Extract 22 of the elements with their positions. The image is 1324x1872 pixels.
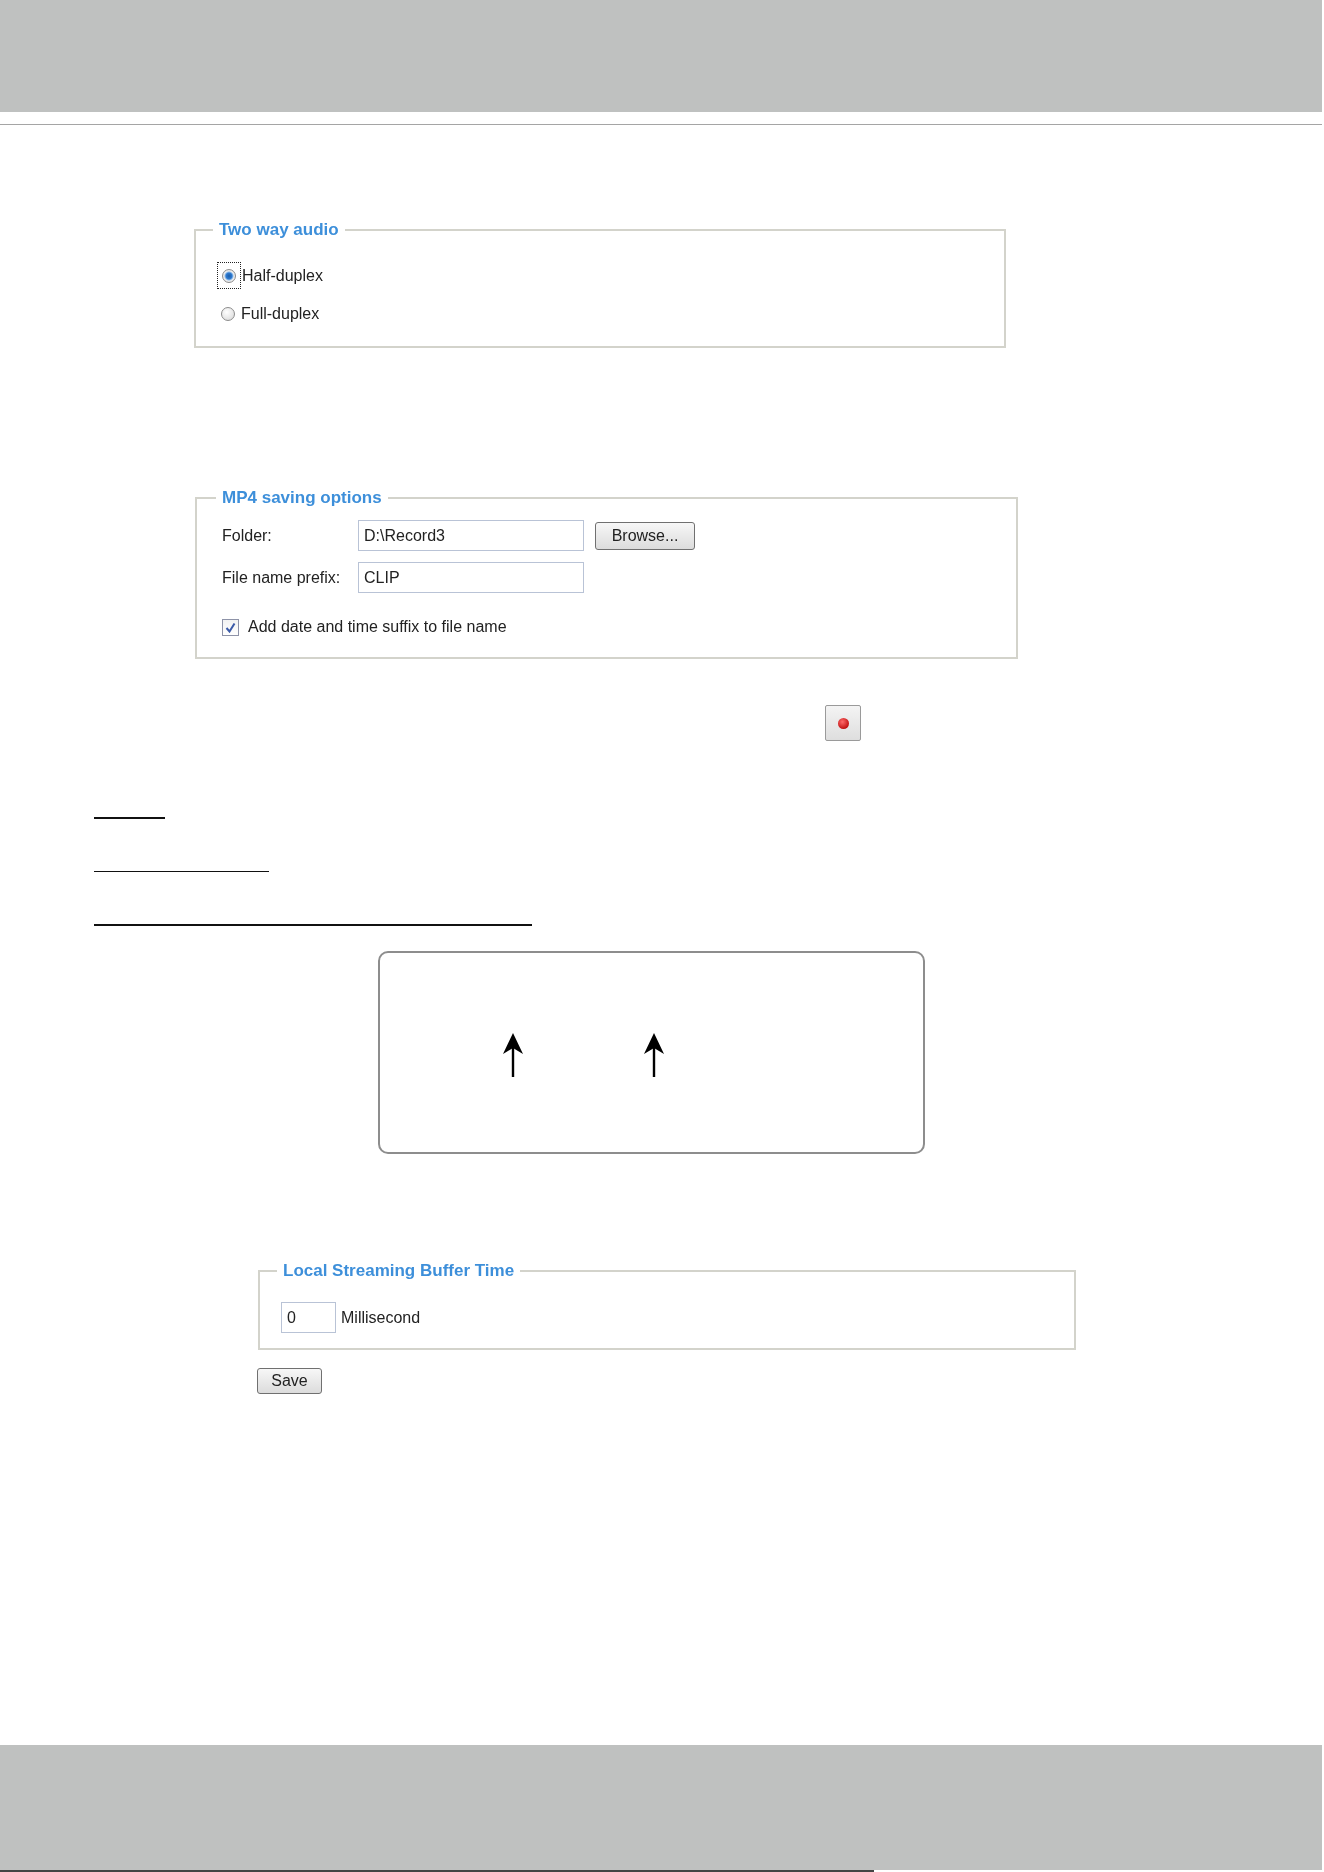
- radio-button[interactable]: [217, 262, 241, 289]
- checkbox[interactable]: [222, 618, 239, 636]
- option-label[interactable]: Full-duplex: [241, 304, 320, 324]
- save-button[interactable]: Save: [257, 1368, 322, 1394]
- section-title: MP4 saving options: [221, 488, 383, 508]
- underline-rule: [94, 817, 165, 819]
- browse-button[interactable]: Browse...: [595, 521, 695, 550]
- option-label[interactable]: Half-duplex: [242, 265, 323, 286]
- field-label: Folder:: [222, 525, 273, 546]
- radio-button[interactable]: [221, 307, 235, 321]
- up-arrow: [643, 1033, 665, 1077]
- checkbox-label[interactable]: Add date and time suffix to file name: [248, 617, 507, 637]
- buffer-time-field[interactable]: 0: [281, 1302, 336, 1333]
- record-button[interactable]: [825, 705, 861, 741]
- section-title: Local Streaming Buffer Time: [282, 1261, 516, 1281]
- section-title: Two way audio: [218, 220, 340, 240]
- record-icon: [837, 717, 849, 729]
- prefix-field[interactable]: CLIP: [358, 562, 584, 593]
- up-arrow: [502, 1033, 524, 1077]
- unit-label: Millisecond: [341, 1307, 421, 1328]
- folder-field[interactable]: D:\Record3: [358, 520, 584, 551]
- field-label: File name prefix:: [222, 567, 342, 588]
